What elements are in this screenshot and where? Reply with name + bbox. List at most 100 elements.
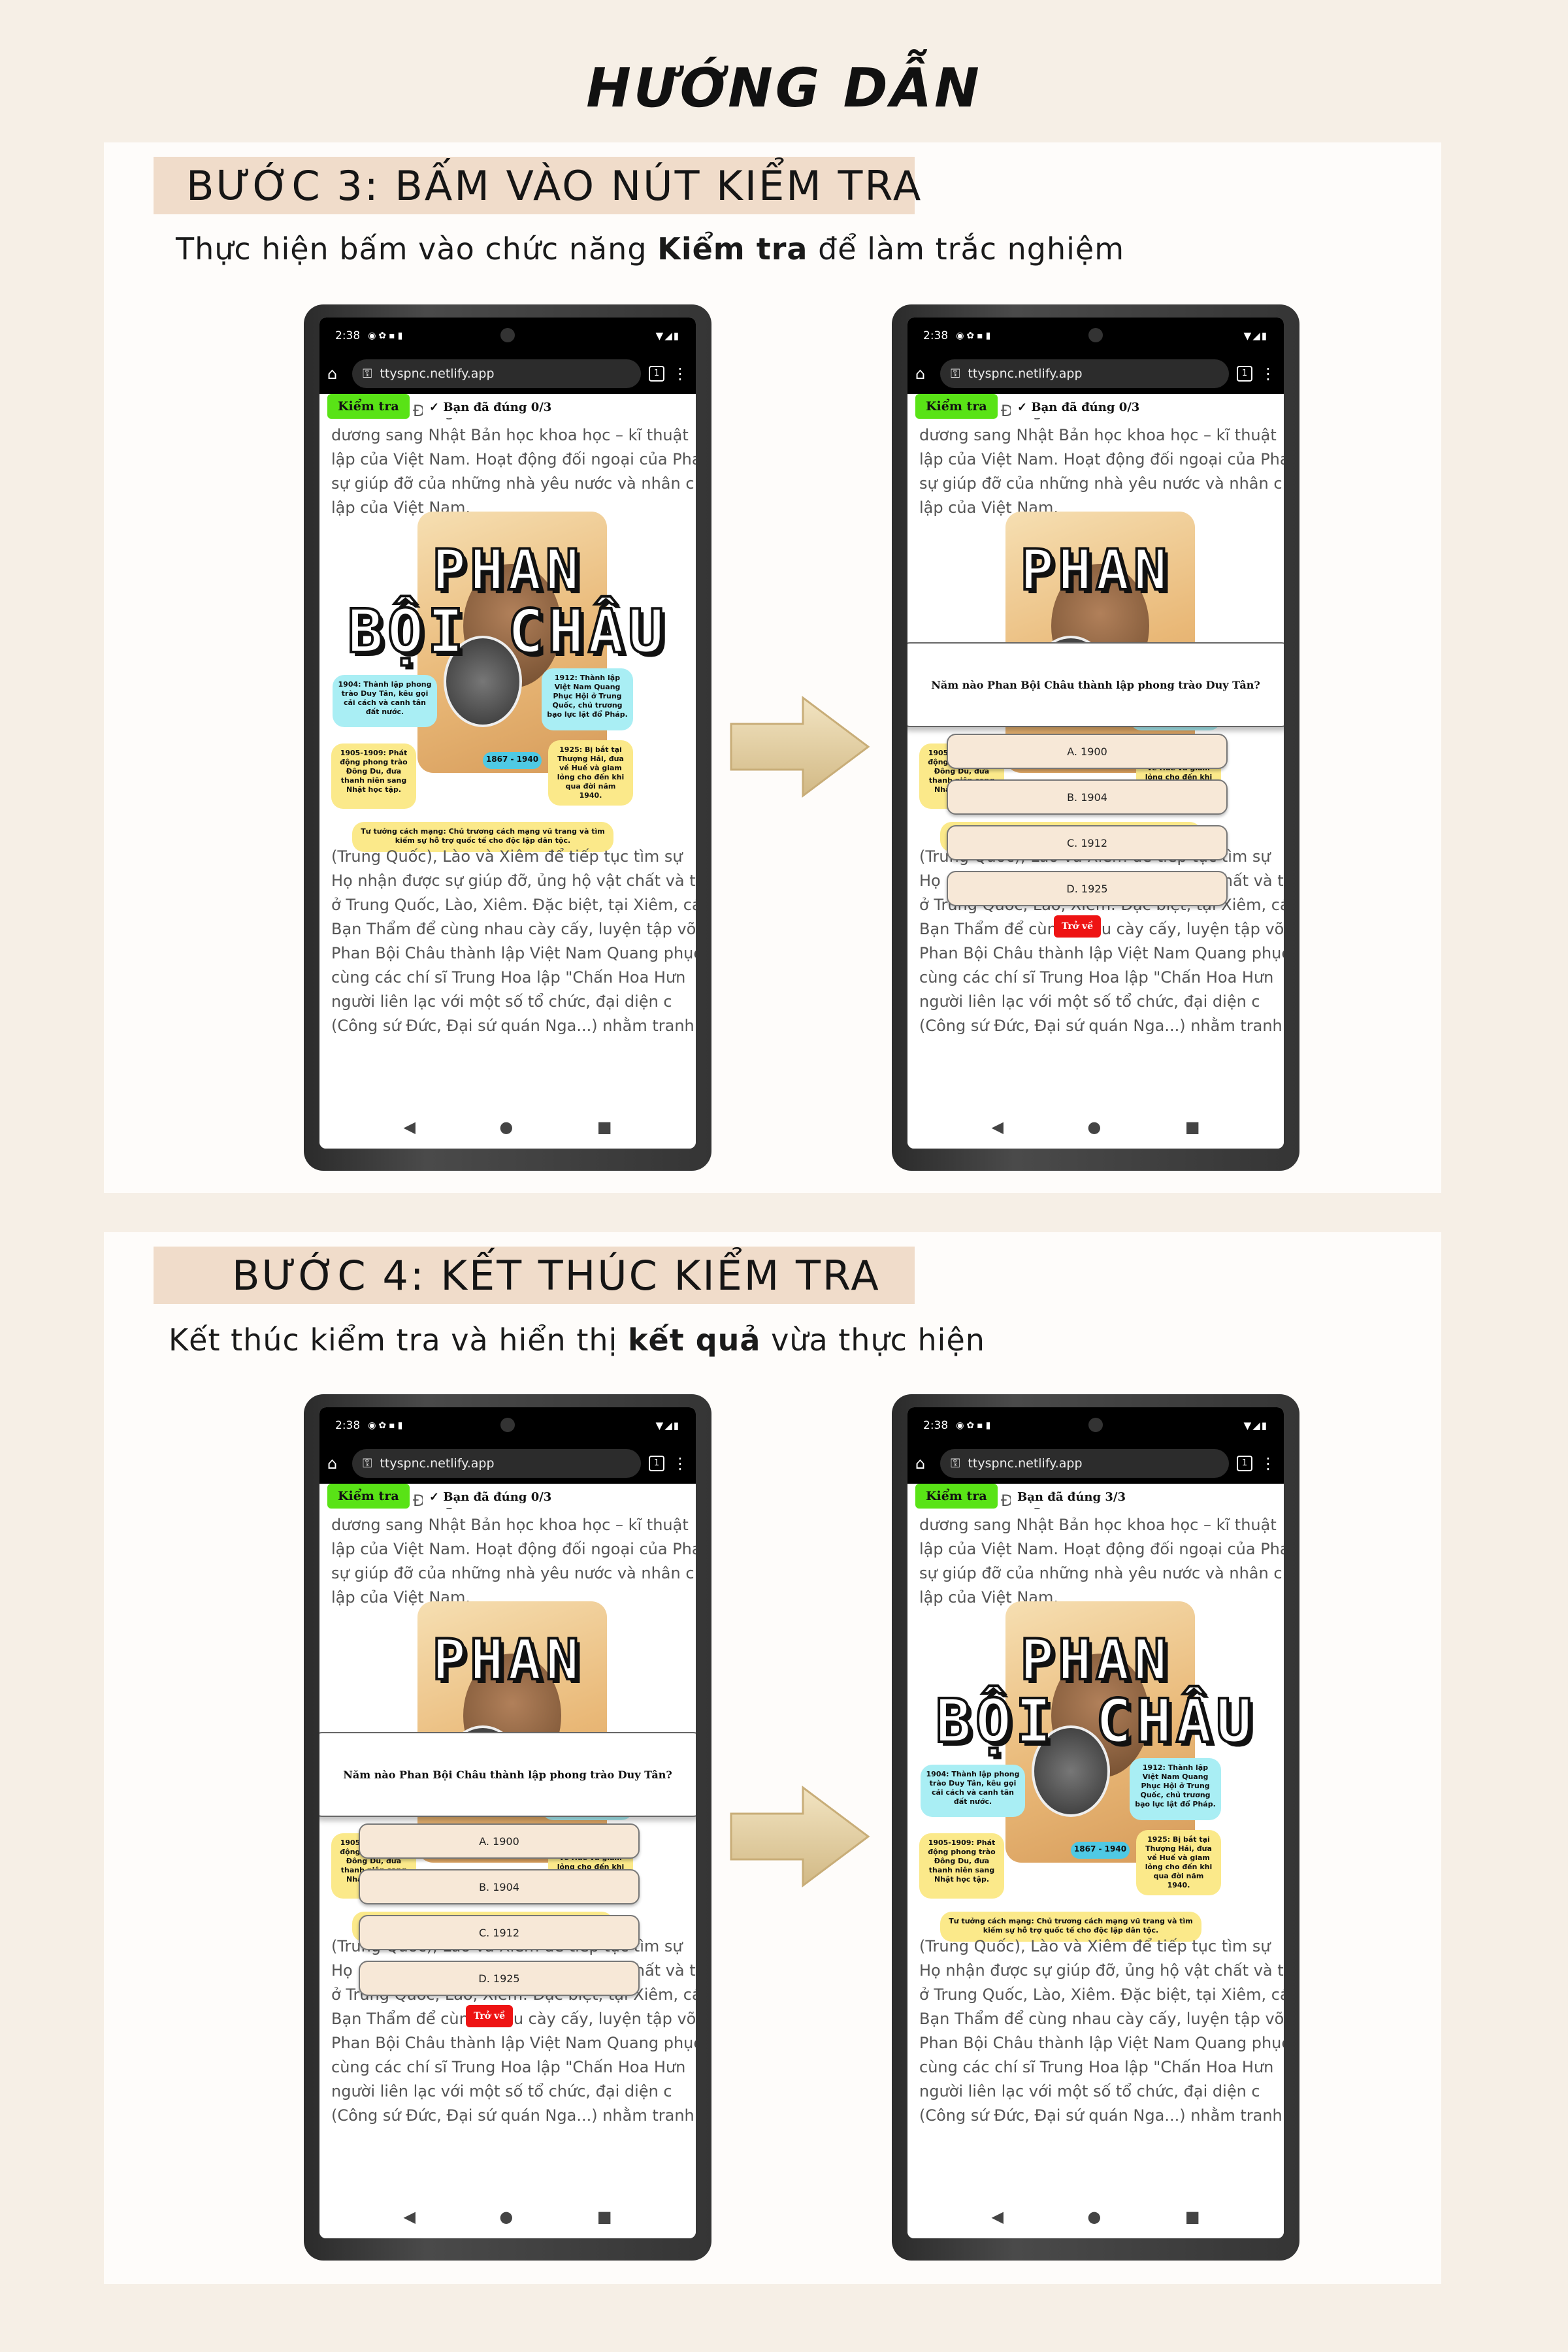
text-line: Họ nhận được sự giúp đỡ, ủng hộ vật chất… xyxy=(919,1961,1284,1980)
lock-icon: ⚿ xyxy=(951,1456,960,1471)
url-bar[interactable]: ⚿ ttyspnc.netlify.app xyxy=(352,359,641,388)
desc-text: để làm trắc nghiệm xyxy=(808,231,1125,267)
text-line: dương sang Nhật Bản học khoa học – kĩ th… xyxy=(331,426,689,444)
check-button[interactable]: Kiểm tra xyxy=(327,1484,410,1509)
recents-nav-icon[interactable]: ■ xyxy=(597,1118,612,1136)
text-line: (Công sứ Đức, Đại sứ quán Nga...) nhằm t… xyxy=(331,2106,694,2125)
check-button[interactable]: Kiểm tra xyxy=(915,394,998,419)
infographic-title-2: BỘI CHÂU xyxy=(346,595,668,668)
step-4-banner: BƯỚC 4: KẾT THÚC KIỂM TRA xyxy=(154,1247,915,1304)
home-nav-icon[interactable]: ● xyxy=(1087,2208,1101,2226)
desc-bold: Kiểm tra xyxy=(657,231,808,267)
text-line: Phan Bội Châu thành lập Việt Nam Quang p… xyxy=(331,944,696,962)
camera-icon xyxy=(500,1418,515,1432)
clock: 2:38 xyxy=(923,1418,949,1432)
text-line: cùng các chí sĩ Trung Hoa lập "Chấn Hoa … xyxy=(919,2058,1274,2076)
step-3-description: Thực hiện bấm vào chức năng Kiểm tra để … xyxy=(176,231,1124,267)
home-nav-icon[interactable]: ● xyxy=(1087,1118,1101,1136)
score-label: Bạn đã đúng 3/3 xyxy=(1011,1486,1132,1508)
home-icon[interactable]: ⌂ xyxy=(327,1455,344,1472)
quiz-option-b[interactable]: B. 1904 xyxy=(947,779,1228,815)
infographic-title-2: BỘI CHÂU xyxy=(934,1685,1256,1757)
text-line: (Trung Quốc), Lào và Xiêm để tiếp tục tì… xyxy=(919,1937,1271,1955)
back-nav-icon[interactable]: ◀ xyxy=(991,1118,1003,1136)
quiz-option-b[interactable]: B. 1904 xyxy=(359,1869,640,1904)
url-bar[interactable]: ⚿ ttyspnc.netlify.app xyxy=(940,359,1229,388)
home-icon[interactable]: ⌂ xyxy=(327,365,344,382)
check-button[interactable]: Kiểm tra xyxy=(915,1484,998,1509)
step-3-banner: BƯỚC 3: BẤM VÀO NÚT KIỂM TRA xyxy=(154,157,921,214)
phone-quiz: 2:38 ◉✿▪▮ ▼◢▮ ⌂ ⚿ ttyspnc.netlify.app 1 ⋮ n h.… xyxy=(892,304,1299,1171)
bubble-1905: 1905-1909: Phát động phong trào Đông Du,… xyxy=(919,1833,1004,1899)
quiz-option-c[interactable]: C. 1912 xyxy=(359,1915,640,1950)
url-bar[interactable]: ⚿ ttyspnc.netlify.app xyxy=(352,1449,641,1478)
quiz-option-a[interactable]: A. 1900 xyxy=(359,1823,640,1859)
infographic: PHAN BỘI CHÂU 1904: Thành lập phong trào… xyxy=(914,1601,1284,1954)
back-nav-icon[interactable]: ◀ xyxy=(991,2208,1003,2226)
score-label: ✓ Bạn đã đúng 0/3 xyxy=(423,1486,559,1508)
back-nav-icon[interactable]: ◀ xyxy=(403,1118,415,1136)
text-line: sự giúp đỡ của những nhà yêu nước và nhâ… xyxy=(331,474,694,493)
more-icon[interactable]: ⋮ xyxy=(672,365,688,383)
step-4-description: Kết thúc kiểm tra và hiển thị kết quả vừ… xyxy=(169,1322,985,1358)
text-line: lập của Việt Nam. Hoạt động đối ngoại củ… xyxy=(919,1540,1284,1558)
lock-icon: ⚿ xyxy=(363,367,372,381)
recents-nav-icon[interactable]: ■ xyxy=(1185,2208,1200,2226)
desc-text: Thực hiện bấm vào chức năng xyxy=(176,231,658,267)
text-line: lập của Việt Nam. Hoạt động đối ngoại củ… xyxy=(331,1540,696,1558)
camera-icon xyxy=(500,328,515,342)
quiz-option-a[interactable]: A. 1900 xyxy=(947,734,1228,769)
tabs-icon[interactable]: 1 xyxy=(649,1456,664,1471)
article-text-bottom: (Trung Quốc), Lào và Xiêm để tiếp tục tì… xyxy=(919,1935,1284,2128)
status-icons: ◉✿▪▮ xyxy=(956,1420,994,1431)
home-icon[interactable]: ⌂ xyxy=(915,1455,932,1472)
back-button[interactable]: Trở về xyxy=(1054,915,1101,938)
tabs-icon[interactable]: 1 xyxy=(1237,1456,1252,1471)
score-label: ✓ Bạn đã đúng 0/3 xyxy=(1011,397,1147,418)
quiz-option-d[interactable]: D. 1925 xyxy=(947,871,1228,906)
bubble-1904: 1904: Thành lập phong trào Duy Tân, kêu … xyxy=(333,675,437,727)
more-icon[interactable]: ⋮ xyxy=(1260,365,1276,383)
home-icon[interactable]: ⌂ xyxy=(915,365,932,382)
text-line: ở Trung Quốc, Lào, Xiêm. Đặc biệt, tại X… xyxy=(331,896,696,914)
more-icon[interactable]: ⋮ xyxy=(672,1454,688,1473)
browser-bar: ⌂ ⚿ ttyspnc.netlify.app 1 ⋮ xyxy=(319,353,696,394)
url-text: ttyspnc.netlify.app xyxy=(380,1456,495,1471)
quiz-option-c[interactable]: C. 1912 xyxy=(947,825,1228,860)
article-text-bottom: (Trung Quốc), Lào và Xiêm để tiếp tục tì… xyxy=(331,845,696,1038)
quiz-option-d[interactable]: D. 1925 xyxy=(359,1961,640,1996)
lock-icon: ⚿ xyxy=(951,367,960,381)
text-line: Bạn Thẩm để cùng nhau cày cấy, luyện tập… xyxy=(919,2010,1284,2028)
text-line: lập của Việt Nam. Hoạt động đối ngoại củ… xyxy=(331,450,696,468)
step-4-panel: BƯỚC 4: KẾT THÚC KIỂM TRA Kết thúc kiểm … xyxy=(104,1232,1441,2284)
quiz-question: Năm nào Phan Bội Châu thành lập phong tr… xyxy=(907,642,1284,727)
browser-bar: ⌂ ⚿ ttyspnc.netlify.app 1 ⋮ xyxy=(319,1443,696,1484)
text-line: dương sang Nhật Bản học khoa học – kĩ th… xyxy=(919,426,1277,444)
home-nav-icon[interactable]: ● xyxy=(499,1118,513,1136)
home-nav-icon[interactable]: ● xyxy=(499,2208,513,2226)
text-line: cùng các chí sĩ Trung Hoa lập "Chấn Hoa … xyxy=(331,2058,686,2076)
tabs-icon[interactable]: 1 xyxy=(1237,366,1252,382)
score-label: ✓ Bạn đã đúng 0/3 xyxy=(423,397,559,418)
quiz-question: Năm nào Phan Bội Châu thành lập phong tr… xyxy=(319,1732,696,1817)
lock-icon: ⚿ xyxy=(363,1456,372,1471)
phone-screen: 2:38 ◉✿▪▮ ▼◢▮ ⌂ ⚿ ttyspnc.netlify.app 1 ⋮ n h.… xyxy=(907,318,1284,1149)
url-bar[interactable]: ⚿ ttyspnc.netlify.app xyxy=(940,1449,1229,1478)
more-icon[interactable]: ⋮ xyxy=(1260,1454,1276,1473)
android-nav-bar: ◀ ● ■ xyxy=(907,2195,1284,2238)
text-line: Bạn Thẩm để cùng nhau cày cấy, luyện tập… xyxy=(331,2010,696,2028)
check-button[interactable]: Kiểm tra xyxy=(327,394,410,419)
bubble-1912: 1912: Thành lập Việt Nam Quang Phục Hội … xyxy=(542,668,633,730)
status-bar: 2:38 ◉✿▪▮ ▼◢▮ xyxy=(907,318,1284,353)
recents-nav-icon[interactable]: ■ xyxy=(597,2208,612,2226)
tabs-icon[interactable]: 1 xyxy=(649,366,664,382)
bubble-lifespan: 1867 - 1940 xyxy=(1071,1842,1130,1859)
back-button[interactable]: Trở về xyxy=(466,2005,513,2027)
text-line: Phan Bội Châu thành lập Việt Nam Quang p… xyxy=(919,2034,1284,2052)
signal-icon: ▼◢▮ xyxy=(655,329,680,342)
back-nav-icon[interactable]: ◀ xyxy=(403,2208,415,2226)
android-nav-bar: ◀ ● ■ xyxy=(319,1105,696,1149)
recents-nav-icon[interactable]: ■ xyxy=(1185,1118,1200,1136)
text-line: người liên lạc với một số tổ chức, đại d… xyxy=(331,2082,672,2100)
clock: 2:38 xyxy=(923,329,949,342)
